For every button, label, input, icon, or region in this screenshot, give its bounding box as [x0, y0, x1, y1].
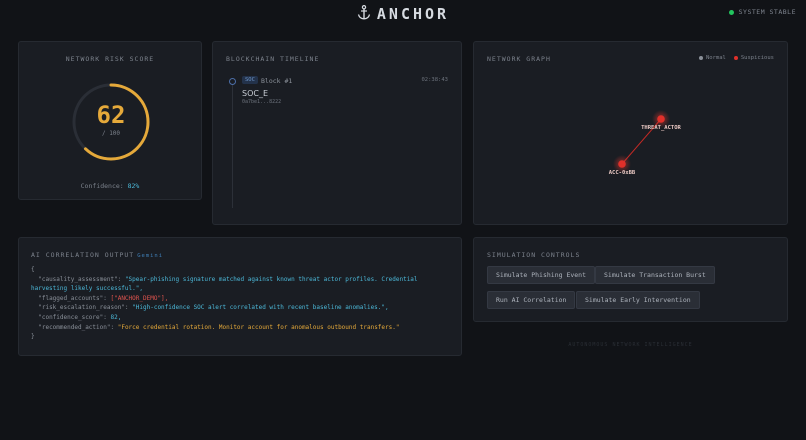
network-graph-title: NETWORK GRAPH — [487, 55, 551, 63]
brand-name: ANCHOR — [376, 5, 450, 23]
timeline-badge: SOC — [242, 76, 258, 84]
timeline-time: 02:38:43 — [421, 77, 449, 83]
legend-suspicious-label: Suspicious — [740, 55, 774, 61]
node-threat-actor — [657, 115, 665, 123]
simulation-controls-card: SIMULATION CONTROLS Simulate Phishing Ev… — [473, 237, 788, 322]
footer-hint: AUTONOMOUS NETWORK INTELLIGENCE — [568, 342, 693, 348]
node-label-threat-actor: THREAT_ACTOR — [641, 125, 681, 131]
status-dot-icon — [728, 9, 734, 15]
legend-suspicious: Suspicious — [733, 55, 774, 61]
legend-normal: Normal — [699, 55, 726, 61]
brand: ANCHOR — [357, 4, 450, 24]
json-line-flagged: "flagged_accounts": ["ANCHOR_DEMO"], — [38, 294, 169, 302]
simulate-early-intervention-button[interactable]: Simulate Early Intervention — [576, 291, 700, 309]
confidence-line: Confidence: 82% — [19, 182, 201, 190]
confidence-label: Confidence: — [80, 182, 124, 190]
node-acc-0xbb — [618, 160, 626, 168]
graph-legend: Normal Suspicious — [699, 55, 774, 61]
json-open: { — [31, 266, 35, 273]
system-status: SYSTEM STABLE — [728, 8, 796, 16]
json-line-causality: "causality_assessment": "Spear-phishing … — [31, 275, 418, 293]
legend-normal-label: Normal — [706, 55, 726, 61]
timeline-hash: 0a7be1...8222 — [242, 99, 282, 105]
top-bar: ANCHOR SYSTEM STABLE — [0, 0, 806, 28]
network-graph-card: THREAT_ACTOR ACC-0xBB NETWORK GRAPH Norm… — [473, 41, 788, 225]
blockchain-timeline-card: BLOCKCHAIN TIMELINE SOC Block #1 02:38:4… — [212, 41, 462, 225]
risk-score-card: NETWORK RISK SCORE 62 / 100 Confidence: … — [18, 41, 202, 200]
risk-score-title: NETWORK RISK SCORE — [65, 55, 155, 63]
json-line-reason: "risk_escalation_reason": "High-confiden… — [38, 304, 389, 312]
simulate-transaction-burst-button[interactable]: Simulate Transaction Burst — [595, 266, 715, 284]
json-line-action: "recommended_action": "Force credential … — [38, 323, 400, 331]
ai-model-tag: Gemini — [137, 253, 164, 259]
ai-json-output: { "causality_assessment": "Spear-phishin… — [31, 265, 451, 342]
json-close: } — [31, 333, 35, 341]
node-label-acc-0xbb: ACC-0xBB — [609, 170, 636, 176]
confidence-value: 82% — [127, 182, 140, 190]
status-text: SYSTEM STABLE — [738, 8, 796, 16]
timeline-title: BLOCKCHAIN TIMELINE — [226, 55, 320, 63]
timeline-event: SOC_E — [242, 89, 269, 98]
run-ai-correlation-button[interactable]: Run AI Correlation — [487, 291, 576, 309]
ai-output-title: AI CORRELATION OUTPUT Gemini — [31, 251, 163, 259]
timeline-rail — [232, 84, 233, 208]
legend-suspicious-dot-icon — [733, 56, 738, 60]
ai-output-title-text: AI CORRELATION OUTPUT — [31, 251, 135, 259]
risk-gauge: 62 / 100 — [71, 82, 151, 162]
network-graph-canvas[interactable]: THREAT_ACTOR ACC-0xBB — [474, 42, 789, 226]
risk-score-value: 62 — [96, 101, 126, 129]
risk-score-max: / 100 — [101, 130, 121, 137]
timeline-block[interactable]: Block #1 — [261, 77, 292, 85]
json-line-score: "confidence_score": 82, — [38, 313, 122, 321]
simulation-title: SIMULATION CONTROLS — [487, 251, 581, 259]
legend-normal-dot-icon — [699, 56, 703, 60]
timeline-node-icon — [229, 78, 236, 85]
ai-correlation-card: AI CORRELATION OUTPUT Gemini { "causality… — [18, 237, 462, 356]
anchor-icon — [357, 4, 371, 24]
simulate-phishing-button[interactable]: Simulate Phishing Event — [487, 266, 596, 284]
